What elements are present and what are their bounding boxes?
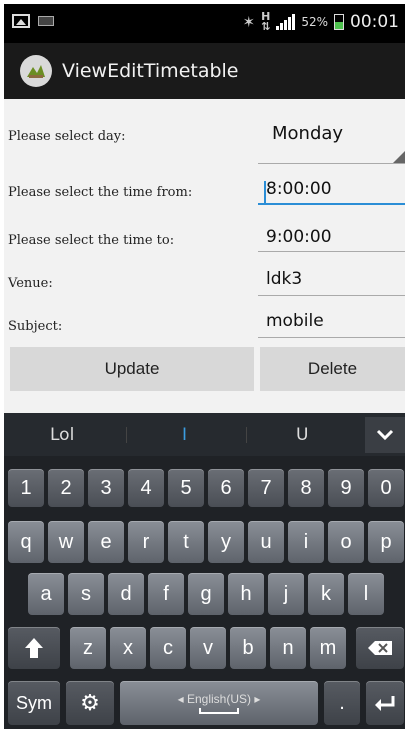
- number-key-1[interactable]: 1: [8, 469, 44, 507]
- letter-key-e[interactable]: e: [88, 521, 124, 563]
- time-from-label: Please select the time from:: [8, 185, 193, 200]
- letter-key-n[interactable]: n: [270, 627, 306, 669]
- letter-key-y[interactable]: y: [208, 521, 244, 563]
- update-button[interactable]: Update: [10, 347, 254, 391]
- letter-key-d[interactable]: d: [108, 573, 144, 615]
- venue-input[interactable]: ldk3: [266, 269, 302, 289]
- time-from-underline: [258, 203, 405, 205]
- letter-key-w[interactable]: w: [48, 521, 84, 563]
- chevron-down-icon: [376, 429, 394, 441]
- shift-arrow-icon: [25, 638, 43, 658]
- letter-key-i[interactable]: i: [288, 521, 324, 563]
- letter-key-g[interactable]: g: [188, 573, 224, 615]
- app-title: ViewEditTimetable: [62, 60, 239, 82]
- backspace-key[interactable]: [356, 627, 404, 669]
- app-logo-icon: [27, 65, 45, 78]
- settings-key[interactable]: ⚙: [66, 681, 114, 725]
- space-bar-icon: [199, 708, 239, 714]
- number-key-8[interactable]: 8: [288, 469, 324, 507]
- letter-key-s[interactable]: s: [68, 573, 104, 615]
- gallery-notification-icon: [12, 14, 30, 28]
- device-frame: ✶ H ⇅ 52% 00:01 ViewEditTimetable Please …: [0, 0, 409, 733]
- letter-key-p[interactable]: p: [368, 521, 404, 563]
- battery-icon: [334, 14, 344, 30]
- day-spinner[interactable]: Monday: [272, 123, 343, 144]
- screen: ✶ H ⇅ 52% 00:01 ViewEditTimetable Please …: [4, 4, 405, 729]
- venue-underline: [258, 295, 405, 296]
- time-to-input[interactable]: 9:00:00: [266, 227, 332, 247]
- letter-key-k[interactable]: k: [308, 573, 344, 615]
- letter-key-c[interactable]: c: [150, 627, 186, 669]
- number-key-6[interactable]: 6: [208, 469, 244, 507]
- letter-key-o[interactable]: o: [328, 521, 364, 563]
- number-key-3[interactable]: 3: [88, 469, 124, 507]
- letter-key-a[interactable]: a: [28, 573, 64, 615]
- app-icon[interactable]: [20, 55, 52, 87]
- subject-underline: [258, 337, 405, 338]
- language-name: English(US): [186, 692, 252, 706]
- letter-key-l[interactable]: l: [348, 573, 384, 615]
- period-key[interactable]: .: [324, 681, 360, 725]
- time-to-label: Please select the time to:: [8, 233, 175, 248]
- venue-label: Venue:: [8, 276, 53, 291]
- time-from-input[interactable]: 8:00:00: [266, 179, 332, 199]
- letter-key-h[interactable]: h: [228, 573, 264, 615]
- number-key-0[interactable]: 0: [368, 469, 404, 507]
- soft-keyboard: Lol I U 1234567890 qwertyuiop asdfghjkl …: [4, 413, 405, 729]
- subject-input[interactable]: mobile: [266, 311, 324, 331]
- status-bar: ✶ H ⇅ 52% 00:01: [4, 4, 405, 43]
- letter-key-j[interactable]: j: [268, 573, 304, 615]
- letter-key-z[interactable]: z: [70, 627, 106, 669]
- letter-key-x[interactable]: x: [110, 627, 146, 669]
- space-key[interactable]: ◂ English(US) ▸: [120, 681, 318, 725]
- suggestion-1[interactable]: Lol: [50, 425, 74, 445]
- subject-label: Subject:: [8, 319, 63, 334]
- action-bar: ViewEditTimetable: [4, 43, 405, 99]
- text-cursor: [264, 181, 266, 203]
- letter-key-b[interactable]: b: [230, 627, 266, 669]
- letter-key-u[interactable]: u: [248, 521, 284, 563]
- day-label: Please select day:: [8, 129, 126, 144]
- sym-key[interactable]: Sym: [8, 681, 60, 725]
- letter-key-m[interactable]: m: [310, 627, 346, 669]
- collapse-suggestions-button[interactable]: [365, 417, 405, 453]
- hspa-icon: H ⇅: [261, 10, 271, 33]
- suggestion-bar: Lol I U: [4, 413, 405, 456]
- shift-key[interactable]: [8, 627, 60, 669]
- letter-key-q[interactable]: q: [8, 521, 44, 563]
- spinner-arrow-icon: [393, 151, 405, 163]
- battery-percent: 52%: [301, 15, 328, 29]
- form-content: Please select day: Monday Please select …: [4, 99, 405, 413]
- delete-button[interactable]: Delete: [260, 347, 405, 391]
- clock: 00:01: [350, 12, 399, 32]
- number-key-2[interactable]: 2: [48, 469, 84, 507]
- time-to-underline: [258, 251, 405, 252]
- letter-key-v[interactable]: v: [190, 627, 226, 669]
- number-key-4[interactable]: 4: [128, 469, 164, 507]
- vibrate-icon: ✶: [242, 13, 256, 31]
- number-key-9[interactable]: 9: [328, 469, 364, 507]
- suggestion-2[interactable]: I: [182, 425, 187, 445]
- keyboard-notification-icon: [38, 16, 54, 26]
- backspace-icon: [368, 641, 392, 655]
- enter-key[interactable]: [366, 681, 404, 725]
- letter-key-t[interactable]: t: [168, 521, 204, 563]
- letter-key-r[interactable]: r: [128, 521, 164, 563]
- language-label: ◂ English(US) ▸: [177, 692, 261, 706]
- gear-icon: ⚙: [80, 690, 100, 715]
- number-key-5[interactable]: 5: [168, 469, 204, 507]
- suggestion-3[interactable]: U: [296, 425, 308, 445]
- day-spinner-underline: [258, 163, 405, 164]
- letter-key-f[interactable]: f: [148, 573, 184, 615]
- signal-icon: [276, 14, 296, 30]
- enter-icon: [375, 696, 395, 711]
- number-key-7[interactable]: 7: [248, 469, 284, 507]
